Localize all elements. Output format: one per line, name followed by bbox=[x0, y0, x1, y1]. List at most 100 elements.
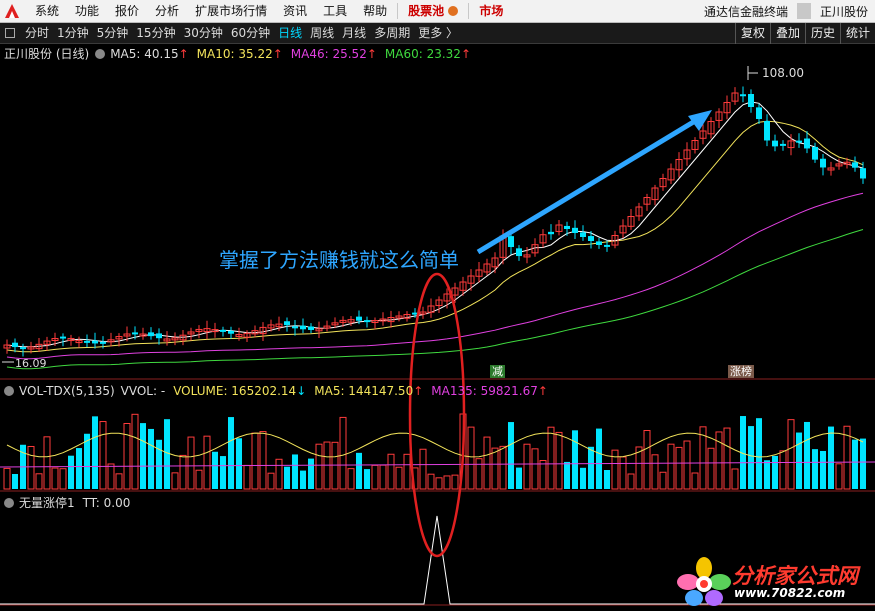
volume-bar bbox=[852, 439, 858, 489]
volume-bar bbox=[467, 426, 475, 490]
candle-body bbox=[228, 330, 234, 334]
volume-bar bbox=[300, 470, 306, 489]
volume-bar bbox=[107, 463, 115, 490]
volume-bar bbox=[35, 473, 43, 490]
volume-bar bbox=[275, 458, 283, 490]
price-panel-title: 正川股份 (日线) bbox=[4, 47, 90, 61]
volume-bar bbox=[748, 426, 754, 489]
up-arrow-icon: ↑ bbox=[413, 383, 424, 398]
volume-bar bbox=[27, 445, 35, 490]
down-arrow-icon: ↓ bbox=[296, 383, 307, 398]
up-arrow-icon: ↑ bbox=[460, 46, 471, 61]
volume-bar bbox=[683, 440, 691, 490]
candle-body bbox=[156, 333, 162, 339]
candle-body bbox=[748, 94, 754, 107]
volume-bar bbox=[347, 468, 355, 490]
annotation-arrow-line bbox=[476, 115, 702, 255]
volume-bar bbox=[508, 422, 514, 489]
volume-bar bbox=[516, 467, 522, 489]
volume-bar bbox=[92, 416, 98, 489]
volume-bar bbox=[203, 435, 211, 490]
volume-bar bbox=[812, 449, 818, 489]
price-panel-header: 正川股份 (日线) MA5: 40.15 ↑ MA10: 35.22 ↑ MA46:… bbox=[0, 45, 471, 62]
volume-bar bbox=[796, 432, 802, 489]
candle-body bbox=[148, 332, 154, 337]
signal-indicator-title: 无量涨停1 bbox=[19, 496, 75, 510]
candle-body bbox=[548, 231, 554, 235]
panel-menu-icon[interactable] bbox=[4, 497, 14, 508]
low-price-label: 16.09 bbox=[15, 357, 47, 370]
volume-bar bbox=[619, 456, 627, 490]
volume-bar bbox=[588, 446, 594, 489]
candle-body bbox=[804, 138, 810, 149]
signal-tt-value: TT: 0.00 bbox=[82, 495, 131, 510]
volume-panel-header: VOL-TDX(5,135) VVOL: - VOLUME: 165202.14… bbox=[0, 382, 548, 399]
candle-body bbox=[812, 146, 818, 160]
candle-body bbox=[292, 326, 298, 329]
volume-bar bbox=[187, 436, 195, 490]
reduce-holding-tag[interactable]: 减 bbox=[490, 365, 505, 378]
volume-bar bbox=[443, 475, 451, 490]
volume-indicator-title: VOL-TDX(5,135) bbox=[19, 383, 115, 398]
candle-body bbox=[820, 158, 826, 168]
volume-bar bbox=[115, 473, 123, 490]
annotation-text: 掌握了方法赚钱就这么简单 bbox=[219, 248, 459, 272]
volume-bar bbox=[764, 460, 770, 489]
volume-bar bbox=[451, 474, 459, 490]
volume-bar bbox=[572, 430, 578, 489]
volume-bar bbox=[140, 423, 146, 489]
signal-panel-header: 无量涨停1 TT: 0.00 bbox=[0, 494, 130, 511]
volume-bar bbox=[756, 418, 762, 489]
volume-bar bbox=[308, 458, 314, 489]
volume-bar bbox=[523, 443, 531, 490]
volume-bar bbox=[820, 450, 826, 489]
volume-bar bbox=[243, 464, 251, 490]
volume-bar bbox=[723, 427, 731, 490]
volume-bar bbox=[371, 464, 379, 490]
volume-bar bbox=[68, 455, 74, 489]
candle-body bbox=[580, 232, 586, 237]
volume-bar bbox=[99, 421, 107, 490]
volume-ma135-value: MA135: 59821.67 bbox=[431, 383, 538, 398]
volume-bar bbox=[828, 426, 834, 489]
ma10-value: MA10: 35.22 bbox=[196, 46, 273, 61]
volume-bar bbox=[643, 430, 651, 490]
volume-bar bbox=[395, 466, 403, 490]
volume-bar bbox=[499, 445, 507, 490]
volume-bar bbox=[131, 413, 139, 490]
candle-body bbox=[796, 140, 802, 143]
volume-bar bbox=[596, 428, 602, 489]
ma10-line bbox=[6, 120, 864, 353]
volume-bar bbox=[787, 419, 795, 490]
volume-bar bbox=[364, 469, 370, 489]
candle-body bbox=[300, 325, 306, 330]
gain-rank-tag[interactable]: 涨榜 bbox=[728, 365, 754, 378]
candle-body bbox=[756, 107, 762, 119]
candle-body bbox=[572, 227, 578, 233]
volume-bar bbox=[835, 463, 843, 490]
panel-menu-icon[interactable] bbox=[4, 385, 14, 396]
high-price-label: 108.00 bbox=[762, 66, 804, 80]
volume-bar bbox=[123, 423, 131, 490]
up-arrow-icon: ↑ bbox=[272, 46, 283, 61]
volume-value: VOLUME: 165202.14 bbox=[173, 383, 297, 398]
volume-bar bbox=[604, 469, 610, 489]
candle-body bbox=[12, 342, 18, 348]
volume-bar bbox=[555, 431, 563, 490]
volume-bar bbox=[228, 417, 234, 489]
chart-canvas[interactable] bbox=[0, 0, 875, 611]
candle-body bbox=[284, 321, 290, 326]
candle-body bbox=[132, 332, 138, 335]
highlight-ellipse bbox=[408, 272, 466, 558]
candle-body bbox=[92, 340, 98, 344]
candle-body bbox=[740, 94, 746, 97]
volume-bar bbox=[419, 448, 427, 490]
volume-bar bbox=[667, 443, 675, 490]
panel-menu-icon[interactable] bbox=[95, 48, 106, 59]
candle-body bbox=[564, 225, 570, 229]
volume-bar bbox=[148, 428, 154, 489]
volume-bar bbox=[860, 438, 866, 489]
candle-body bbox=[100, 341, 106, 344]
candle-body bbox=[84, 340, 90, 343]
ma46-value: MA46: 25.52 bbox=[290, 46, 367, 61]
